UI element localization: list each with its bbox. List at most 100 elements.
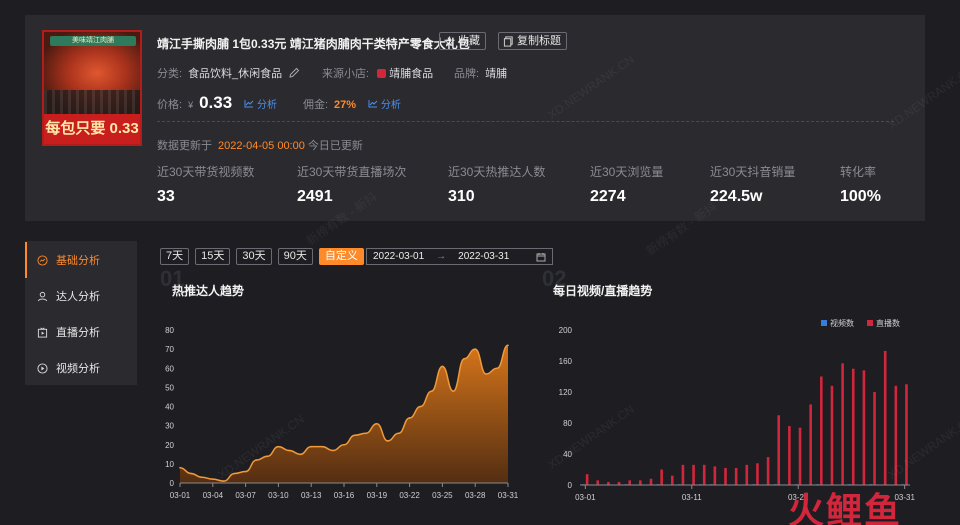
chart1-point bbox=[299, 453, 302, 456]
stat-value: 224.5w bbox=[710, 188, 763, 205]
x-tick-label: 03-01 bbox=[170, 491, 191, 500]
live-bar bbox=[788, 426, 791, 485]
chart1-point bbox=[485, 373, 487, 375]
legend-swatch bbox=[821, 320, 827, 326]
tab-15-days[interactable]: 15天 bbox=[195, 248, 231, 265]
product-card: 美味靖江肉脯 每包只要 0.33 靖江手撕肉脯 1包0.33元 靖江猪肉脯肉干类… bbox=[25, 15, 925, 221]
legend-label: 视频数 bbox=[830, 318, 854, 328]
y-tick-label: 10 bbox=[165, 460, 174, 469]
live-bar bbox=[830, 385, 834, 485]
chart1-point bbox=[474, 348, 477, 350]
chart1-point bbox=[365, 432, 367, 435]
chart1-point bbox=[397, 432, 400, 435]
live-bar bbox=[649, 478, 653, 485]
category-row: 分类: 食品饮料_休闲食品 bbox=[157, 65, 300, 81]
chart1-point bbox=[255, 459, 258, 461]
live-icon bbox=[37, 327, 48, 338]
y-tick-label: 50 bbox=[165, 383, 174, 392]
x-tick-label: 03-16 bbox=[334, 491, 355, 500]
sidebar-item-label: 达人分析 bbox=[56, 291, 100, 303]
live-bar bbox=[639, 480, 642, 485]
brand-logo: 火鲤鱼 bbox=[788, 490, 903, 525]
commission-value: 27% bbox=[334, 99, 357, 111]
live-bar bbox=[820, 376, 823, 485]
updated-note: 今日已更新 bbox=[307, 140, 363, 152]
x-tick-label: 03-19 bbox=[367, 491, 388, 500]
stat-value: 100% bbox=[840, 188, 881, 205]
live-bar bbox=[798, 427, 802, 485]
sidebar-item-label: 基础分析 bbox=[56, 255, 100, 267]
source-row: 来源小店: 靖脯食品 bbox=[322, 65, 433, 81]
y-tick-label: 0 bbox=[568, 481, 573, 490]
updated-time: 2022-04-05 00:00 bbox=[218, 140, 305, 152]
live-bar bbox=[596, 480, 600, 485]
source-value[interactable]: 靖脯食品 bbox=[389, 68, 433, 80]
chart1-point bbox=[452, 390, 455, 392]
product-title[interactable]: 靖江手撕肉脯 1包0.33元 靖江猪肉脯肉干类特产零食大礼包 bbox=[157, 35, 470, 52]
category-label: 分类: bbox=[157, 68, 183, 80]
sidebar-item-video[interactable]: 视频分析 bbox=[25, 350, 137, 386]
edit-icon[interactable] bbox=[288, 67, 300, 79]
live-bar bbox=[713, 466, 717, 485]
source-label: 来源小店: bbox=[322, 68, 370, 80]
live-bar bbox=[851, 368, 855, 485]
chart1-point bbox=[386, 440, 389, 442]
legend-label: 直播数 bbox=[876, 318, 900, 328]
brand-value[interactable]: 靖脯 bbox=[485, 68, 507, 80]
price-row: 价格: ¥ 0.33 分析 佣金: 27% 分析 bbox=[157, 93, 401, 113]
live-bar bbox=[681, 464, 685, 485]
brand-label: 品牌: bbox=[454, 68, 480, 80]
chart1-point bbox=[277, 445, 280, 448]
date-range-picker[interactable]: 2022-03-01 → 2022-03-31 bbox=[366, 248, 553, 265]
chart1-title: 热推达人趋势 bbox=[172, 284, 245, 298]
stat-conversion: 转化率 100% bbox=[840, 163, 881, 206]
x-tick-label: 03-28 bbox=[465, 491, 486, 500]
commission-label: 佣金: bbox=[302, 99, 329, 111]
chart1-point bbox=[266, 455, 269, 458]
live-bar bbox=[702, 464, 706, 485]
date-start[interactable]: 2022-03-01 bbox=[373, 251, 424, 262]
commission-analyze-link[interactable]: 分析 bbox=[368, 96, 401, 111]
sidebar-item-influencer[interactable]: 达人分析 bbox=[25, 278, 137, 314]
chart1-point bbox=[463, 357, 466, 360]
stat-label: 近30天热推达人数 bbox=[448, 165, 546, 179]
stat-influencer-count: 近30天热推达人数 310 bbox=[448, 163, 545, 206]
live-bar bbox=[862, 370, 866, 485]
chart1-point bbox=[419, 405, 422, 408]
chart2-title: 每日视频/直播趋势 bbox=[553, 284, 653, 298]
brand-row: 品牌: 靖脯 bbox=[454, 65, 507, 81]
legend-swatch bbox=[867, 320, 873, 326]
live-bar bbox=[777, 415, 781, 485]
chart1-point bbox=[496, 367, 498, 370]
live-bar bbox=[766, 457, 770, 485]
price-analyze-link[interactable]: 分析 bbox=[244, 96, 277, 111]
sidebar-item-basic[interactable]: 基础分析 bbox=[25, 242, 137, 278]
date-end[interactable]: 2022-03-31 bbox=[458, 251, 509, 262]
favorite-button[interactable]: 收藏 bbox=[439, 32, 486, 50]
y-tick-label: 80 bbox=[165, 326, 174, 335]
y-tick-label: 40 bbox=[165, 403, 174, 412]
divider bbox=[157, 121, 894, 122]
price-label: 价格: bbox=[157, 99, 183, 111]
calendar-icon[interactable] bbox=[536, 252, 546, 262]
tab-90-days[interactable]: 90天 bbox=[277, 248, 313, 265]
x-tick-label: 03-11 bbox=[682, 493, 702, 502]
live-bar bbox=[585, 474, 589, 485]
live-bar bbox=[745, 464, 749, 485]
tab-30-days[interactable]: 30天 bbox=[236, 248, 272, 265]
live-bar bbox=[628, 480, 632, 485]
chart1-point bbox=[408, 417, 411, 419]
sidebar-item-live[interactable]: 直播分析 bbox=[25, 314, 137, 350]
stat-value: 310 bbox=[448, 188, 475, 205]
tab-custom[interactable]: 自定义 bbox=[318, 248, 364, 265]
y-tick-label: 200 bbox=[559, 326, 573, 335]
live-bar bbox=[841, 363, 844, 485]
x-tick-label: 03-04 bbox=[203, 491, 224, 500]
x-tick-label: 03-31 bbox=[498, 491, 519, 500]
live-bar bbox=[883, 350, 887, 485]
copy-title-button[interactable]: 复制标题 bbox=[498, 32, 567, 50]
y-tick-label: 0 bbox=[170, 479, 175, 488]
product-thumbnail[interactable]: 美味靖江肉脯 每包只要 0.33 bbox=[42, 30, 142, 146]
tab-7-days[interactable]: 7天 bbox=[160, 248, 190, 265]
y-tick-label: 160 bbox=[559, 357, 573, 366]
